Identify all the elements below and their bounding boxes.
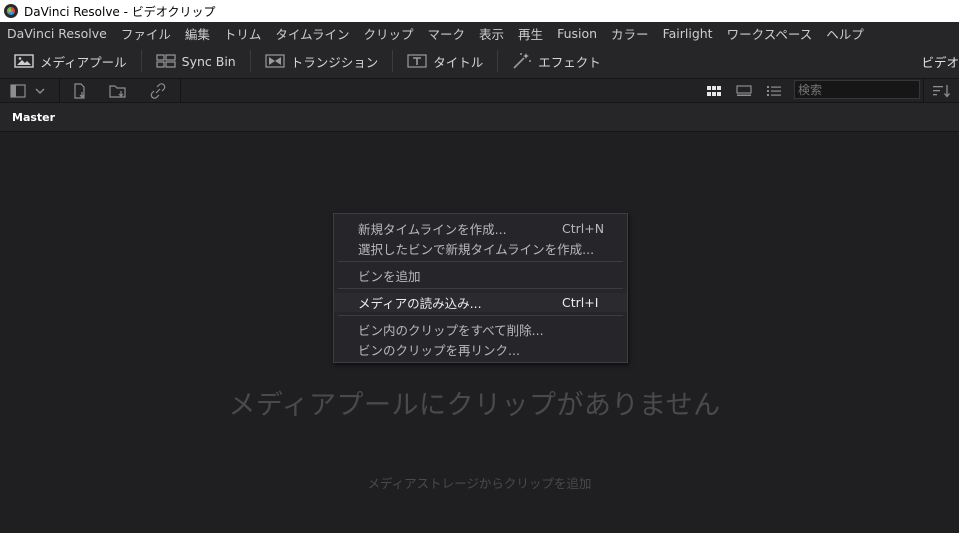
menu-item-label: 選択したビンで新規タイムラインを作成...	[358, 242, 595, 257]
title-icon	[407, 54, 427, 68]
media-pool-icon	[14, 54, 34, 68]
subbar-divider	[180, 79, 181, 102]
filmstrip-view-icon	[736, 84, 752, 96]
menu-divider	[338, 261, 623, 262]
title-bar: DaVinci Resolve - ビデオクリップ	[0, 0, 959, 22]
menu-item-label: ビンのクリップを再リンク...	[358, 343, 520, 358]
menu-workspace[interactable]: ワークスペース	[720, 24, 820, 43]
search-input[interactable]	[794, 80, 920, 99]
window-title: DaVinci Resolve - ビデオクリップ	[24, 4, 216, 19]
bin-path-bar: Master	[0, 103, 959, 132]
menu-fusion[interactable]: Fusion	[550, 26, 604, 41]
menu-item-new-timeline[interactable]: 新規タイムラインを作成... Ctrl+N	[334, 219, 627, 238]
menu-help[interactable]: ヘルプ	[819, 24, 871, 43]
titles-button[interactable]: タイトル	[393, 44, 497, 78]
bin-name[interactable]: Master	[12, 111, 55, 124]
transitions-label: トランジション	[290, 54, 379, 70]
menu-bar: DaVinci Resolve ファイル 編集 トリム タイムライン クリップ …	[0, 22, 959, 44]
menu-timeline[interactable]: タイムライン	[268, 24, 356, 43]
context-menu: 新規タイムラインを作成... Ctrl+N 選択したビンで新規タイムラインを作成…	[333, 213, 628, 363]
menu-item-label: メディアの読み込み...	[358, 296, 482, 311]
menu-divider	[338, 315, 623, 316]
video-panel-label[interactable]: ビデオ	[921, 52, 959, 71]
menu-item-add-bin[interactable]: ビンを追加	[334, 266, 627, 285]
link-icon	[150, 82, 166, 99]
menu-item-label: 新規タイムラインを作成...	[358, 222, 507, 237]
davinci-logo-icon	[4, 4, 18, 18]
sync-bin-button[interactable]: Sync Bin	[142, 44, 250, 78]
effects-label: エフェクト	[538, 54, 601, 70]
menu-edit[interactable]: 編集	[178, 24, 217, 43]
panel-toolbar: メディアプール Sync Bin トランジション タイトル エフェクト ビデオ	[0, 44, 959, 79]
sync-bin-icon	[156, 54, 176, 68]
transitions-button[interactable]: トランジション	[251, 44, 393, 78]
menu-davinci-resolve[interactable]: DaVinci Resolve	[0, 26, 114, 41]
import-folder-button[interactable]	[100, 83, 136, 99]
effects-button[interactable]: エフェクト	[498, 44, 615, 78]
import-folder-icon	[109, 84, 126, 98]
media-pool-label: メディアプール	[40, 54, 127, 70]
menu-item-delete-clips[interactable]: ビン内のクリップをすべて削除...	[334, 320, 627, 339]
list-view-button[interactable]	[764, 79, 784, 102]
menu-fairlight[interactable]: Fairlight	[656, 26, 720, 41]
list-view-icon	[767, 85, 781, 96]
menu-item-new-timeline-selected-bins[interactable]: 選択したビンで新規タイムラインを作成...	[334, 239, 627, 258]
relink-button[interactable]	[136, 82, 180, 99]
toolbar-right: ビデオ	[921, 44, 959, 78]
menu-item-import-media[interactable]: メディアの読み込み... Ctrl+I	[334, 293, 627, 312]
sidebar-toggle-button[interactable]	[6, 83, 30, 98]
menu-file[interactable]: ファイル	[114, 24, 178, 43]
menu-trim[interactable]: トリム	[217, 24, 269, 43]
menu-playback[interactable]: 再生	[511, 24, 550, 43]
empty-state-title: メディアプールにクリップがありません	[228, 390, 721, 421]
chevron-down-icon	[35, 88, 45, 94]
sync-bin-label: Sync Bin	[181, 53, 236, 69]
sidebar-dropdown-button[interactable]	[30, 87, 50, 95]
titles-label: タイトル	[433, 54, 484, 70]
menu-item-label: ビン内のクリップをすべて削除...	[358, 323, 544, 338]
transition-icon	[265, 54, 285, 68]
menu-divider	[338, 288, 623, 289]
menu-view[interactable]: 表示	[472, 24, 511, 43]
media-pool-button[interactable]: メディアプール	[0, 44, 141, 78]
menu-item-relink-clips[interactable]: ビンのクリップを再リンク...	[334, 340, 627, 359]
sort-icon	[933, 84, 950, 98]
filmstrip-view-button[interactable]	[734, 79, 754, 102]
menu-item-shortcut: Ctrl+I	[562, 295, 599, 310]
subbar-divider	[923, 79, 924, 102]
magic-wand-icon	[513, 53, 532, 69]
sidebar-toggle-icon	[10, 83, 26, 98]
menu-clip[interactable]: クリップ	[357, 24, 421, 43]
sort-button[interactable]	[930, 79, 954, 102]
menu-color[interactable]: カラー	[604, 24, 656, 43]
grid-view-icon	[707, 85, 721, 96]
import-media-button[interactable]	[60, 82, 100, 99]
menu-item-shortcut: Ctrl+N	[562, 221, 605, 236]
menu-item-label: ビンを追加	[358, 269, 421, 284]
menu-mark[interactable]: マーク	[421, 24, 473, 43]
thumbnail-view-button[interactable]	[704, 79, 724, 102]
empty-state-hint: メディアストレージからクリップを追加	[367, 476, 592, 491]
import-media-icon	[74, 82, 85, 99]
